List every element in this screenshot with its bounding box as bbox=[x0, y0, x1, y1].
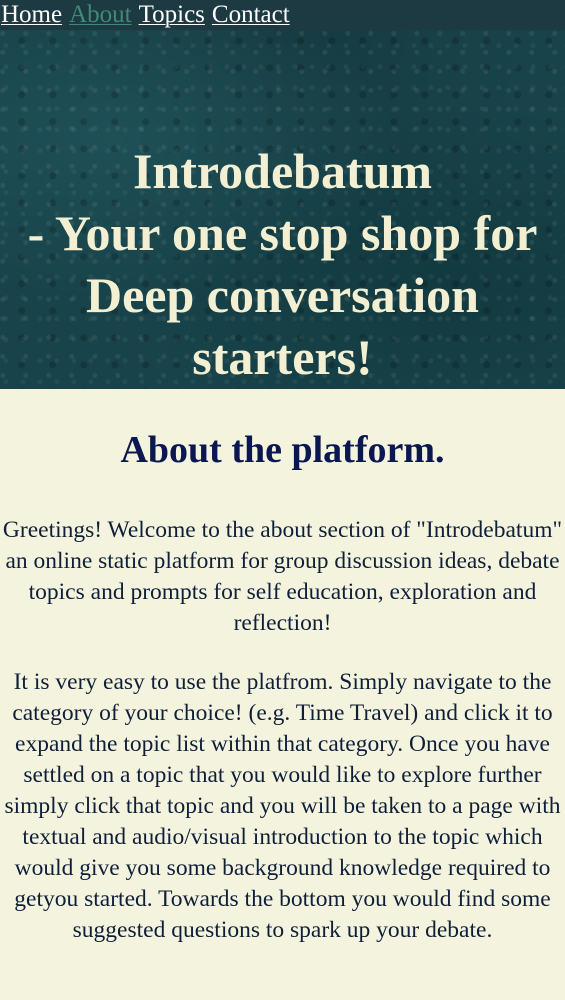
nav-link-topics[interactable]: Topics bbox=[139, 0, 205, 30]
nav-link-about[interactable]: About bbox=[69, 0, 132, 30]
hero-title-line-4: starters! bbox=[192, 329, 373, 385]
hero-title-line-1: Introdebatum bbox=[132, 143, 433, 199]
top-nav: Home About Topics Contact bbox=[0, 0, 565, 30]
hero-title-line-2: - Your one stop shop for bbox=[27, 205, 538, 261]
hero-banner: Introdebatum - Your one stop shop for De… bbox=[0, 30, 565, 389]
about-paragraph-usage: It is very easy to use the platfrom. Sim… bbox=[4, 669, 561, 943]
nav-link-contact[interactable]: Contact bbox=[212, 0, 290, 30]
nav-link-home[interactable]: Home bbox=[1, 0, 62, 30]
about-paragraph-intro: Greetings! Welcome to the about section … bbox=[2, 517, 563, 636]
about-section: About the platform. Greetings! Welcome t… bbox=[0, 389, 565, 946]
hero-title-line-3: Deep conversation bbox=[86, 267, 479, 323]
hero-title: Introdebatum - Your one stop shop for De… bbox=[0, 140, 565, 388]
section-title: About the platform. bbox=[120, 429, 445, 471]
